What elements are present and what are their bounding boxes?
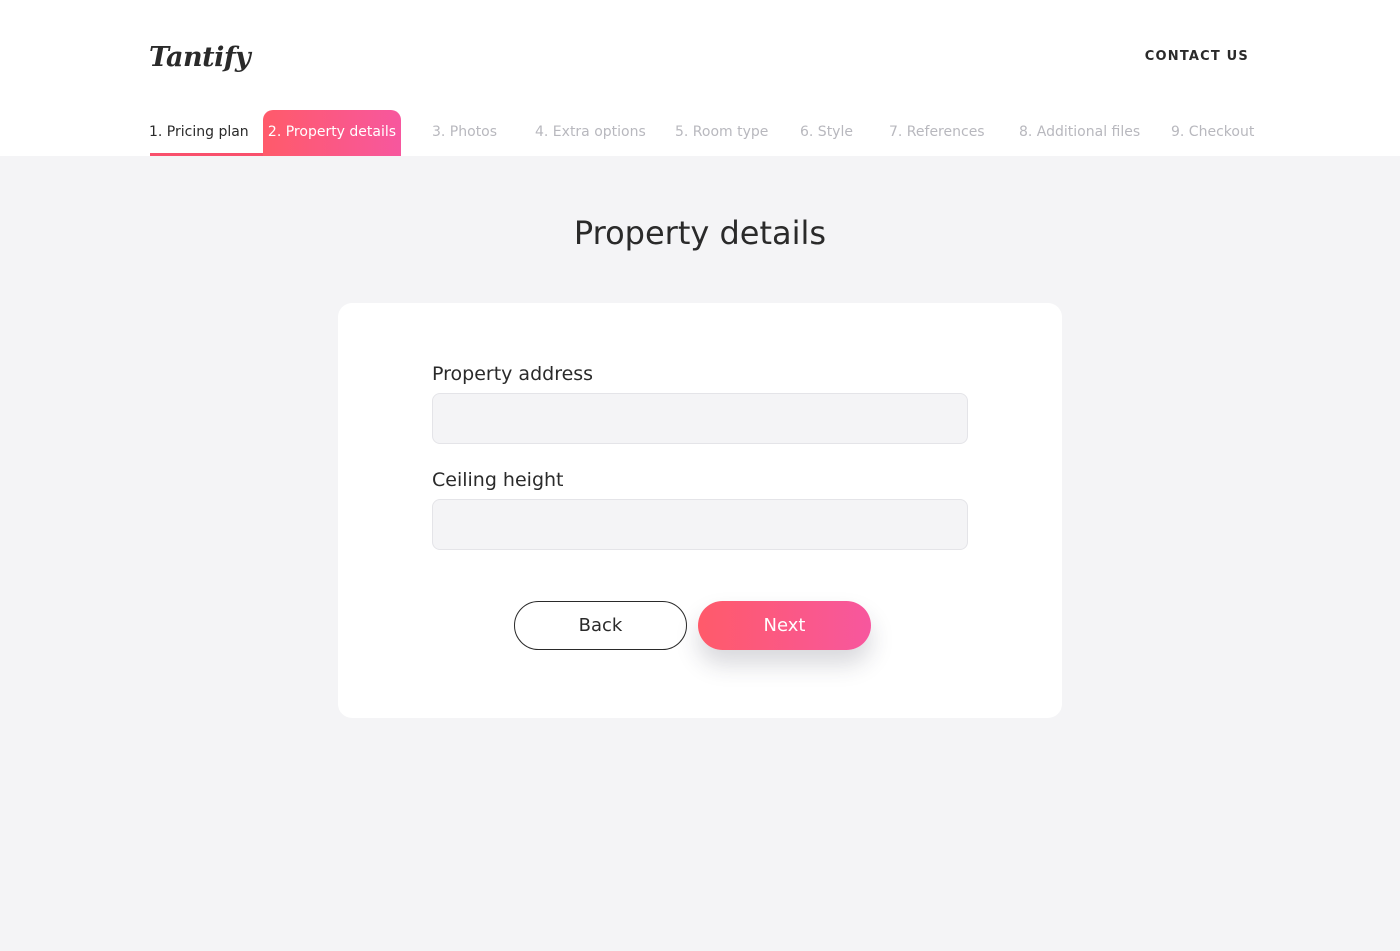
- page-title: Property details: [573, 214, 827, 252]
- step-room-type[interactable]: 5. Room type: [675, 110, 768, 156]
- step-pricing-plan[interactable]: 1. Pricing plan: [149, 110, 271, 156]
- property-details-card: Property address Ceiling height Back Nex…: [338, 303, 1062, 718]
- contact-us-link[interactable]: CONTACT US: [1145, 48, 1249, 66]
- checkout-steps: 1. Pricing plan 2. Property details 3. P…: [0, 110, 1400, 156]
- step-references[interactable]: 7. References: [889, 110, 985, 156]
- property-address-label: Property address: [432, 363, 594, 385]
- next-button[interactable]: Next: [698, 601, 871, 650]
- ceiling-height-input[interactable]: [432, 499, 968, 550]
- step-property-details[interactable]: 2. Property details: [263, 110, 401, 156]
- tantify-logo[interactable]: Tantify: [149, 38, 251, 78]
- step-additional-files[interactable]: 8. Additional files: [1019, 110, 1140, 156]
- step-extra-options[interactable]: 4. Extra options: [535, 110, 646, 156]
- step-photos[interactable]: 3. Photos: [432, 110, 497, 156]
- property-address-input[interactable]: [432, 393, 968, 444]
- step-style[interactable]: 6. Style: [800, 110, 853, 156]
- back-button[interactable]: Back: [514, 601, 687, 650]
- top-header: Tantify CONTACT US 1. Pricing plan 2. Pr…: [0, 0, 1400, 156]
- ceiling-height-label: Ceiling height: [432, 469, 564, 491]
- step-checkout[interactable]: 9. Checkout: [1171, 110, 1254, 156]
